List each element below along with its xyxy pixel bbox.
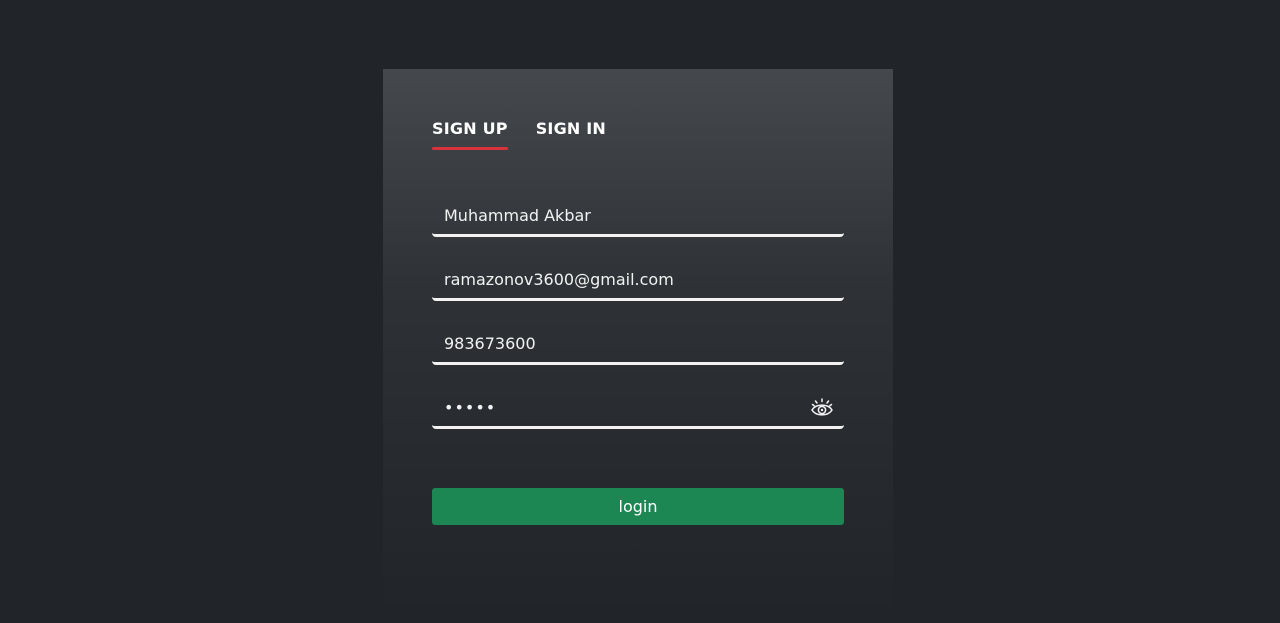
- name-field-wrapper: [432, 197, 844, 237]
- phone-field[interactable]: [432, 325, 844, 362]
- password-field-wrapper: [432, 389, 844, 429]
- name-field[interactable]: [432, 197, 844, 234]
- email-field[interactable]: [432, 261, 844, 298]
- signup-card: SIGN UP SIGN IN login: [383, 69, 893, 623]
- auth-tabs: SIGN UP SIGN IN: [432, 119, 606, 150]
- email-field-wrapper: [432, 261, 844, 301]
- tab-sign-up[interactable]: SIGN UP: [432, 119, 508, 150]
- login-button[interactable]: login: [432, 488, 844, 525]
- eye-icon[interactable]: [810, 397, 834, 421]
- phone-field-wrapper: [432, 325, 844, 365]
- tab-sign-in[interactable]: SIGN IN: [536, 119, 606, 148]
- password-field[interactable]: [432, 389, 844, 426]
